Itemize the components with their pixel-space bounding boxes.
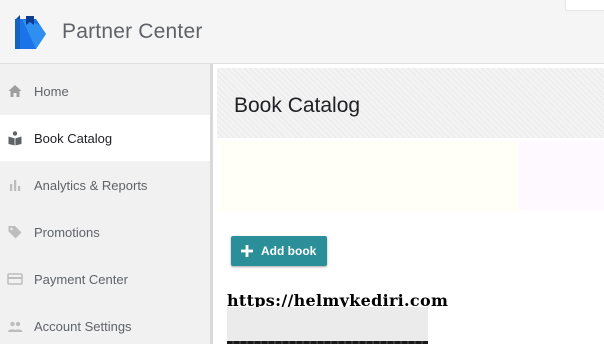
header-corner <box>565 0 604 11</box>
sidebar-item-label: Book Catalog <box>34 130 113 146</box>
page-title: Book Catalog <box>234 94 361 117</box>
app-header: Partner Center <box>0 0 604 64</box>
add-book-label: Add book <box>261 244 317 258</box>
book-catalog-icon <box>8 131 22 146</box>
sidebar-item-label: Home <box>34 83 69 99</box>
content-panel <box>219 142 519 212</box>
content-panel-side <box>519 142 604 210</box>
tag-icon <box>8 226 22 239</box>
sidebar-item-label: Promotions <box>34 224 100 240</box>
sidebar-item-label: Analytics & Reports <box>34 177 148 193</box>
sidebar-item-promotions[interactable]: Promotions <box>0 209 210 255</box>
sidebar-item-book-catalog[interactable]: Book Catalog <box>0 115 210 161</box>
sidebar-item-account-settings[interactable]: Account Settings <box>0 303 210 349</box>
add-book-button[interactable]: Add book <box>231 236 327 266</box>
google-play-books-logo-icon[interactable] <box>12 13 48 53</box>
sidebar-item-label: Payment Center <box>34 271 128 287</box>
sidebar-item-home[interactable]: Home <box>0 68 210 114</box>
people-icon <box>8 321 23 332</box>
page-header: Book Catalog <box>217 68 604 138</box>
bar-chart-icon <box>10 180 21 191</box>
home-icon <box>8 85 22 97</box>
credit-card-icon <box>7 273 23 285</box>
sidebar-item-label: Account Settings <box>34 318 132 334</box>
sidebar-item-payment-center[interactable]: Payment Center <box>0 256 210 302</box>
image-thumbnail <box>227 307 428 344</box>
sidebar-item-analytics-reports[interactable]: Analytics & Reports <box>0 162 210 208</box>
plus-icon <box>241 245 253 257</box>
sidebar: Home Book Catalog Analytics & Reports Pr… <box>0 64 210 344</box>
app-title[interactable]: Partner Center <box>62 20 203 44</box>
